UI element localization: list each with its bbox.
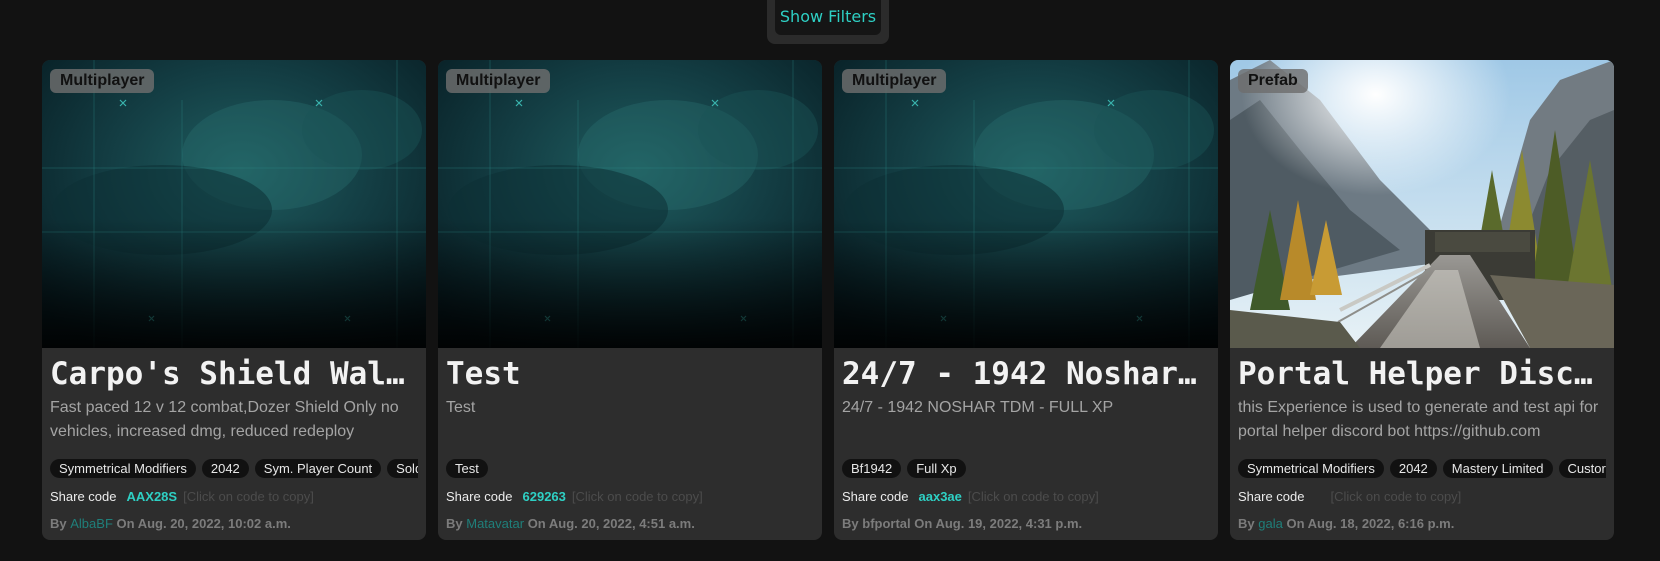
- share-code-label: Share code: [1238, 489, 1305, 504]
- card-title[interactable]: Carpo's Shield Wall…: [50, 352, 422, 396]
- publish-date: On Aug. 18, 2022, 6:16 p.m.: [1286, 516, 1455, 531]
- experience-grid: Multiplayer Carpo's Shield Wall… Fast pa…: [42, 60, 1615, 540]
- tag[interactable]: Test: [446, 459, 488, 478]
- card-title[interactable]: 24/7 - 1942 Noshar …: [842, 352, 1214, 396]
- tag[interactable]: Custor: [1558, 459, 1606, 478]
- copy-hint: [Click on code to copy]: [967, 489, 1099, 504]
- by-label: By: [50, 516, 67, 531]
- tag[interactable]: Bf1942: [842, 459, 902, 478]
- tag-list: Test: [446, 459, 814, 479]
- byline: By gala On Aug. 18, 2022, 6:16 p.m.: [1238, 515, 1454, 533]
- by-label: By: [446, 516, 463, 531]
- card-description: Fast paced 12 v 12 combat,Dozer Shield O…: [50, 399, 399, 440]
- tag[interactable]: 2042: [201, 459, 249, 478]
- tag[interactable]: Sold: [387, 459, 418, 478]
- copy-hint: [Click on code to copy]: [571, 489, 703, 504]
- show-filters-button[interactable]: Show Filters: [775, 0, 881, 35]
- tag-list: Symmetrical Modifiers 2042 Mastery Limit…: [1238, 459, 1606, 479]
- card-description: Test: [446, 399, 476, 416]
- share-code[interactable]: AAX28S: [127, 487, 178, 507]
- tag-list: Bf1942 Full Xp: [842, 459, 1210, 479]
- share-code-row: Share code AAX28S [Click on code to copy]: [50, 487, 314, 507]
- author-link[interactable]: Matavatar: [466, 516, 524, 531]
- share-code-row: Share code aax3ae [Click on code to copy]: [842, 487, 1099, 507]
- teal-grid-image: [834, 60, 1218, 348]
- tag[interactable]: 2042: [1389, 459, 1437, 478]
- card-thumbnail[interactable]: Prefab: [1230, 60, 1614, 348]
- experience-card[interactable]: Prefab Portal Helper Disco… this Experie…: [1230, 60, 1614, 540]
- card-thumbnail[interactable]: Multiplayer: [42, 60, 426, 348]
- share-code-label: Share code: [842, 489, 909, 504]
- by-label: By: [842, 516, 859, 531]
- share-code-row: Share code 629263 [Click on code to copy]: [446, 487, 703, 507]
- by-label: By: [1238, 516, 1255, 531]
- share-code[interactable]: aax3ae: [919, 487, 962, 507]
- tag[interactable]: Full Xp: [907, 459, 966, 478]
- share-code-label: Share code: [50, 489, 117, 504]
- card-thumbnail[interactable]: Multiplayer: [438, 60, 822, 348]
- card-description: 24/7 - 1942 NOSHAR TDM - FULL XP: [842, 399, 1114, 416]
- teal-grid-image: [438, 60, 822, 348]
- publish-date: On Aug. 20, 2022, 4:51 a.m.: [527, 516, 695, 531]
- card-thumbnail[interactable]: Multiplayer: [834, 60, 1218, 348]
- experience-card[interactable]: Multiplayer 24/7 - 1942 Noshar … 24/7 - …: [834, 60, 1218, 540]
- category-badge: Multiplayer: [446, 69, 551, 93]
- card-title[interactable]: Test: [446, 352, 818, 396]
- publish-date: On Aug. 20, 2022, 10:02 a.m.: [116, 516, 291, 531]
- category-badge: Multiplayer: [842, 69, 947, 93]
- card-title[interactable]: Portal Helper Disco…: [1238, 352, 1610, 396]
- author-link[interactable]: AlbaBF: [70, 516, 113, 531]
- mountain-road-photo: [1230, 60, 1614, 348]
- copy-hint: [Click on code to copy]: [183, 489, 314, 504]
- tag[interactable]: Symmetrical Modifiers: [1238, 459, 1384, 478]
- author-link[interactable]: bfportal: [862, 516, 910, 531]
- share-code-row: Share code [Click on code to copy]: [1238, 487, 1461, 507]
- experience-card[interactable]: Multiplayer Test Test Test Share code 629…: [438, 60, 822, 540]
- category-badge: Prefab: [1238, 69, 1308, 93]
- share-code-label: Share code: [446, 489, 513, 504]
- card-description: this Experience is used to generate and …: [1238, 399, 1599, 440]
- publish-date: On Aug. 19, 2022, 4:31 p.m.: [914, 516, 1083, 531]
- teal-grid-image: [42, 60, 426, 348]
- share-code[interactable]: 629263: [523, 487, 566, 507]
- category-badge: Multiplayer: [50, 69, 155, 93]
- tag[interactable]: Symmetrical Modifiers: [50, 459, 196, 478]
- byline: By bfportal On Aug. 19, 2022, 4:31 p.m.: [842, 515, 1082, 533]
- byline: By AlbaBF On Aug. 20, 2022, 10:02 a.m.: [50, 515, 291, 533]
- byline: By Matavatar On Aug. 20, 2022, 4:51 a.m.: [446, 515, 695, 533]
- tag-list: Symmetrical Modifiers 2042 Sym. Player C…: [50, 459, 418, 479]
- experience-card[interactable]: Multiplayer Carpo's Shield Wall… Fast pa…: [42, 60, 426, 540]
- tag[interactable]: Mastery Limited: [1442, 459, 1553, 478]
- copy-hint: [Click on code to copy]: [1330, 489, 1462, 504]
- author-link[interactable]: gala: [1258, 516, 1283, 531]
- tag[interactable]: Sym. Player Count: [254, 459, 382, 478]
